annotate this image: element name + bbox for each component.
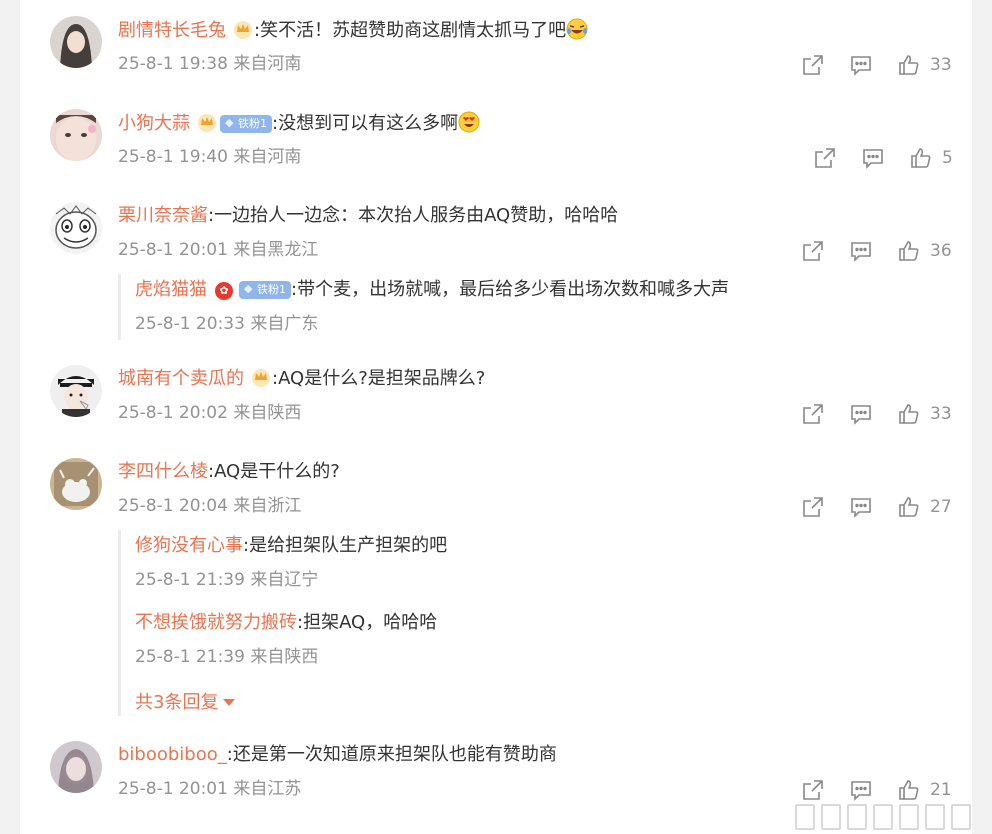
- comment-panel: 剧情特长毛兔:笑不活！苏超赞助商这剧情太抓马了吧 25-8-1 19:38 来自…: [20, 0, 972, 834]
- share-icon[interactable]: [800, 52, 826, 78]
- share-icon[interactable]: [800, 401, 826, 427]
- chevron-down-icon: [223, 699, 236, 706]
- reply-meta: 25-8-1 21:39 来自辽宁: [135, 570, 319, 590]
- like-button[interactable]: 33: [896, 401, 952, 427]
- thumbs-up-icon: [896, 401, 922, 427]
- crown-badge-icon: [198, 114, 216, 132]
- comment-text: 小狗大蒜铁粉1:没想到可以有这么多啊: [118, 111, 480, 136]
- comment-actions: 33: [800, 401, 952, 427]
- thumbs-up-icon: [908, 145, 934, 171]
- like-button[interactable]: 36: [896, 238, 952, 264]
- watermark-glyph: [821, 804, 841, 830]
- thumbs-up-icon: [896, 238, 922, 264]
- thumbs-up-icon: [896, 52, 922, 78]
- more-replies-link[interactable]: 共3条回复: [135, 688, 236, 714]
- reply-text: 虎焰猫猫✿铁粉1:带个麦，出场就喊，最后给多少看出场次数和喊多大声: [135, 278, 729, 302]
- comment-actions: 33: [800, 52, 952, 78]
- comment-icon[interactable]: [848, 52, 874, 78]
- comment-actions: 36: [800, 238, 952, 264]
- username-link[interactable]: 剧情特长毛兔: [118, 20, 226, 41]
- avatar[interactable]: [50, 458, 102, 510]
- like-button[interactable]: 33: [896, 52, 952, 78]
- reply-text: 不想挨饿就努力搬砖:担架AQ，哈哈哈: [135, 612, 438, 633]
- reply-thread: 修狗没有心事:是给担架队生产担架的吧 25-8-1 21:39 来自辽宁 不想挨…: [118, 530, 948, 716]
- watermark-glyph: [873, 804, 893, 830]
- username-link[interactable]: 城南有个卖瓜的: [118, 368, 244, 389]
- comment-icon[interactable]: [848, 401, 874, 427]
- username-link[interactable]: 不想挨饿就努力搬砖: [135, 612, 297, 633]
- share-icon[interactable]: [800, 238, 826, 264]
- comment-text: 城南有个卖瓜的:AQ是什么?是担架品牌么?: [118, 368, 486, 389]
- share-icon[interactable]: [812, 145, 838, 171]
- comment-meta: 25-8-1 20:01 来自黑龙江: [118, 240, 319, 260]
- like-button[interactable]: 27: [896, 494, 952, 520]
- comment-meta: 25-8-1 19:38 来自河南: [118, 54, 302, 74]
- watermark-glyph: [925, 804, 945, 830]
- fan-level-badge: 铁粉1: [239, 281, 291, 299]
- comment-meta: 25-8-1 20:01 来自江苏: [118, 779, 302, 799]
- reply-meta: 25-8-1 20:33 来自广东: [135, 314, 319, 334]
- thumbs-up-icon: [896, 494, 922, 520]
- reply-text: 修狗没有心事:是给担架队生产担架的吧: [135, 535, 448, 556]
- share-icon[interactable]: [800, 494, 826, 520]
- avatar[interactable]: [50, 365, 102, 417]
- watermark-glyph: [951, 804, 971, 830]
- comment-actions: 27: [800, 494, 952, 520]
- reply-thread: 虎焰猫猫✿铁粉1:带个麦，出场就喊，最后给多少看出场次数和喊多大声 25-8-1…: [118, 274, 948, 340]
- comment-icon[interactable]: [848, 494, 874, 520]
- username-link[interactable]: biboobiboo_: [118, 744, 227, 765]
- username-link[interactable]: 李四什么棱: [118, 461, 208, 482]
- comment-icon[interactable]: [848, 238, 874, 264]
- fan-level-badge: 铁粉1: [220, 115, 272, 133]
- comment-text: 栗川奈奈酱:一边抬人一边念：本次抬人服务由AQ赞助，哈哈哈: [118, 205, 619, 226]
- verified-badge-icon: ✿: [215, 282, 233, 300]
- watermark-glyph: [899, 804, 919, 830]
- crown-badge-icon: [234, 21, 252, 39]
- avatar[interactable]: [50, 202, 102, 254]
- avatar[interactable]: [50, 16, 102, 68]
- laughing-crying-emoji-icon: [566, 18, 588, 40]
- watermark-glyph: [847, 804, 867, 830]
- crown-badge-icon: [252, 369, 270, 387]
- comment-text: 剧情特长毛兔:笑不活！苏超赞助商这剧情太抓马了吧: [118, 18, 588, 43]
- comment-meta: 25-8-1 20:02 来自陕西: [118, 403, 302, 423]
- avatar[interactable]: [50, 109, 102, 161]
- watermark-glyph: [795, 804, 815, 830]
- avatar[interactable]: [50, 741, 102, 793]
- username-link[interactable]: 修狗没有心事: [135, 535, 243, 556]
- comment-icon[interactable]: [860, 145, 886, 171]
- username-link[interactable]: 栗川奈奈酱: [118, 205, 208, 226]
- comment-actions: 5: [812, 145, 953, 171]
- reply-meta: 25-8-1 21:39 来自陕西: [135, 647, 319, 667]
- comment-meta: 25-8-1 19:40 来自河南: [118, 147, 302, 167]
- comment-meta: 25-8-1 20:04 来自浙江: [118, 496, 302, 516]
- username-link[interactable]: 虎焰猫猫: [135, 279, 207, 300]
- heart-eyes-emoji-icon: [458, 111, 480, 133]
- watermark: [795, 800, 975, 834]
- username-link[interactable]: 小狗大蒜: [118, 113, 190, 134]
- comment-text: 李四什么棱:AQ是干什么的?: [118, 461, 340, 482]
- comment-text: biboobiboo_:还是第一次知道原来担架队也能有赞助商: [118, 744, 557, 765]
- like-button[interactable]: 5: [908, 145, 953, 171]
